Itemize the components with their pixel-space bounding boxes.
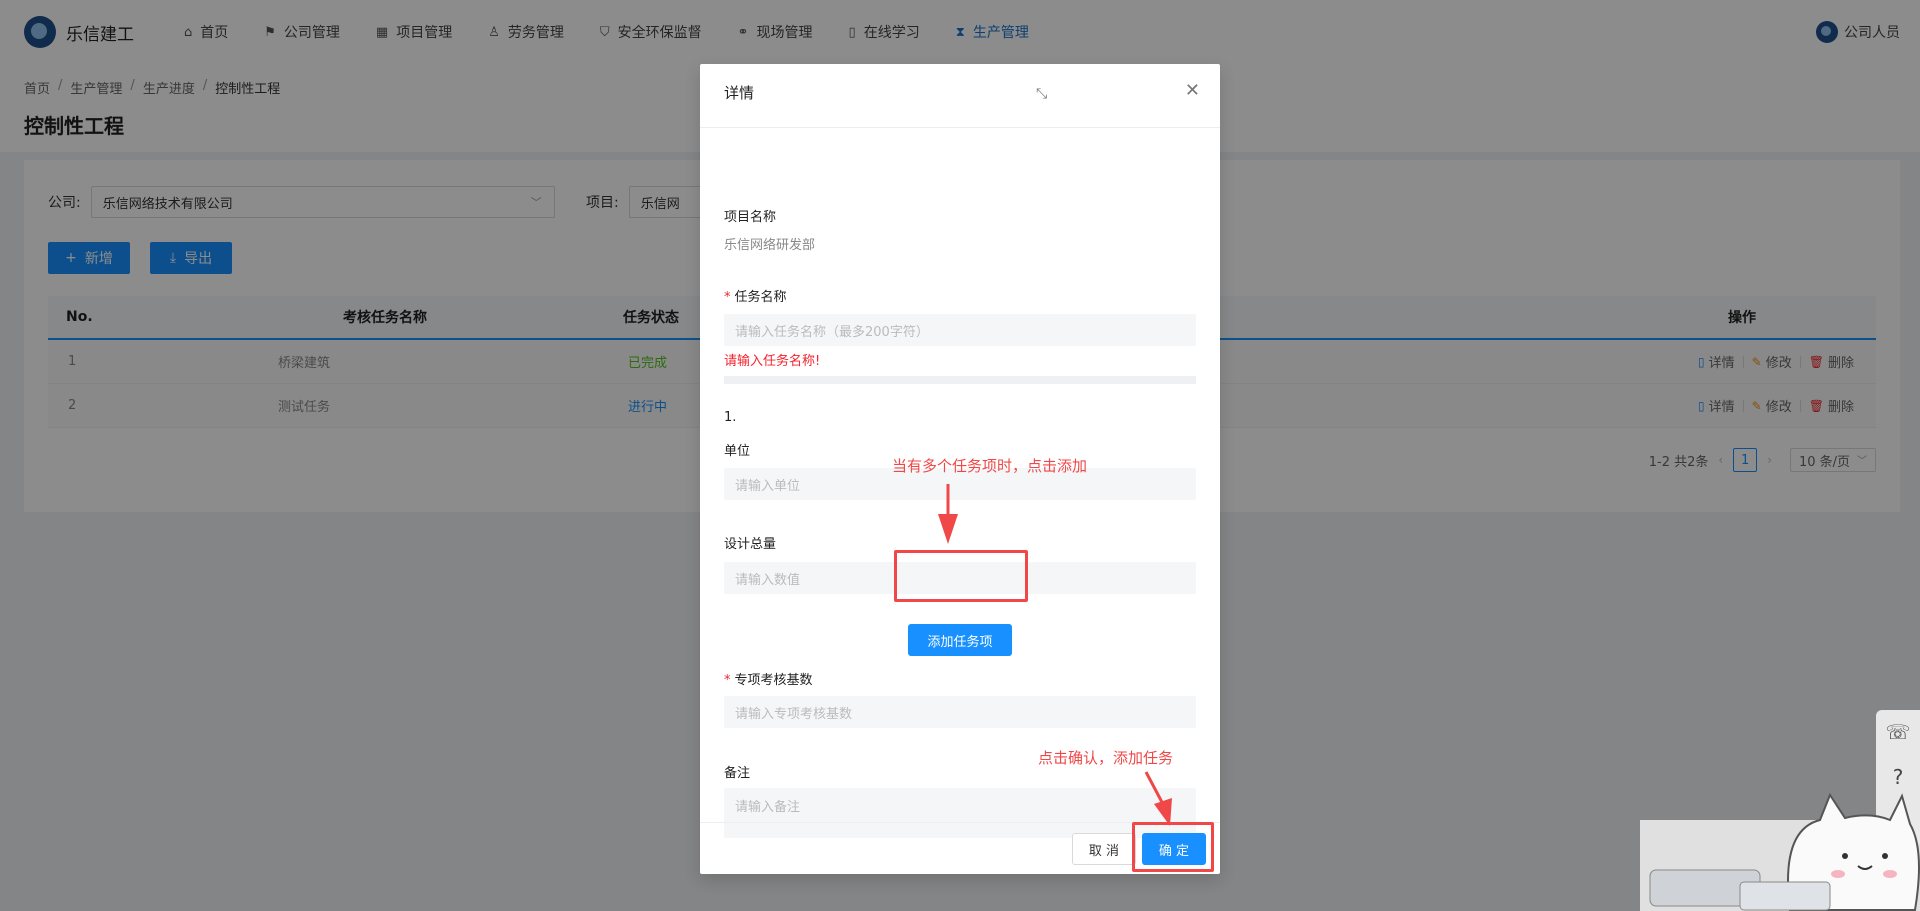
wechat-icon[interactable]: ☏ (1885, 720, 1910, 744)
cat-mascot-icon (1640, 792, 1920, 911)
add-task-item-button[interactable]: 添加任务项 (908, 624, 1012, 656)
task-name-input[interactable]: 请输入任务名称（最多200字符） (724, 314, 1196, 346)
project-name-value: 乐信网络研发部 (724, 238, 816, 253)
remark-label: 备注 (724, 766, 751, 781)
annotation-box-add (894, 550, 1028, 602)
base-input[interactable]: 请输入专项考核基数 (724, 696, 1196, 728)
collapse-icon[interactable]: ⤡ (1036, 86, 1047, 102)
modal-title: 详情 (724, 84, 755, 102)
modal-header: 详情 ⤡ ✕ (700, 64, 1220, 128)
arrow-down-icon (938, 484, 958, 544)
help-icon[interactable]: ? (1893, 765, 1904, 789)
task-name-label: * 任务名称 (724, 290, 787, 305)
annotation-ok-hint: 点击确认，添加任务 (1038, 749, 1174, 767)
project-name-label: 项目名称 (724, 210, 777, 225)
annotation-add-hint: 当有多个任务项时，点击添加 (892, 457, 1088, 475)
section-divider (724, 376, 1196, 384)
design-total-label: 设计总量 (724, 537, 777, 552)
arrow-down-right-icon (1144, 771, 1172, 826)
annotation-box-ok (1132, 822, 1214, 872)
item-index: 1. (724, 410, 737, 425)
close-icon[interactable]: ✕ (1185, 80, 1200, 101)
cancel-button[interactable]: 取 消 (1072, 833, 1136, 865)
base-label: * 专项考核基数 (724, 673, 813, 688)
task-name-error: 请输入任务名称! (724, 354, 821, 369)
unit-label: 单位 (724, 444, 751, 459)
